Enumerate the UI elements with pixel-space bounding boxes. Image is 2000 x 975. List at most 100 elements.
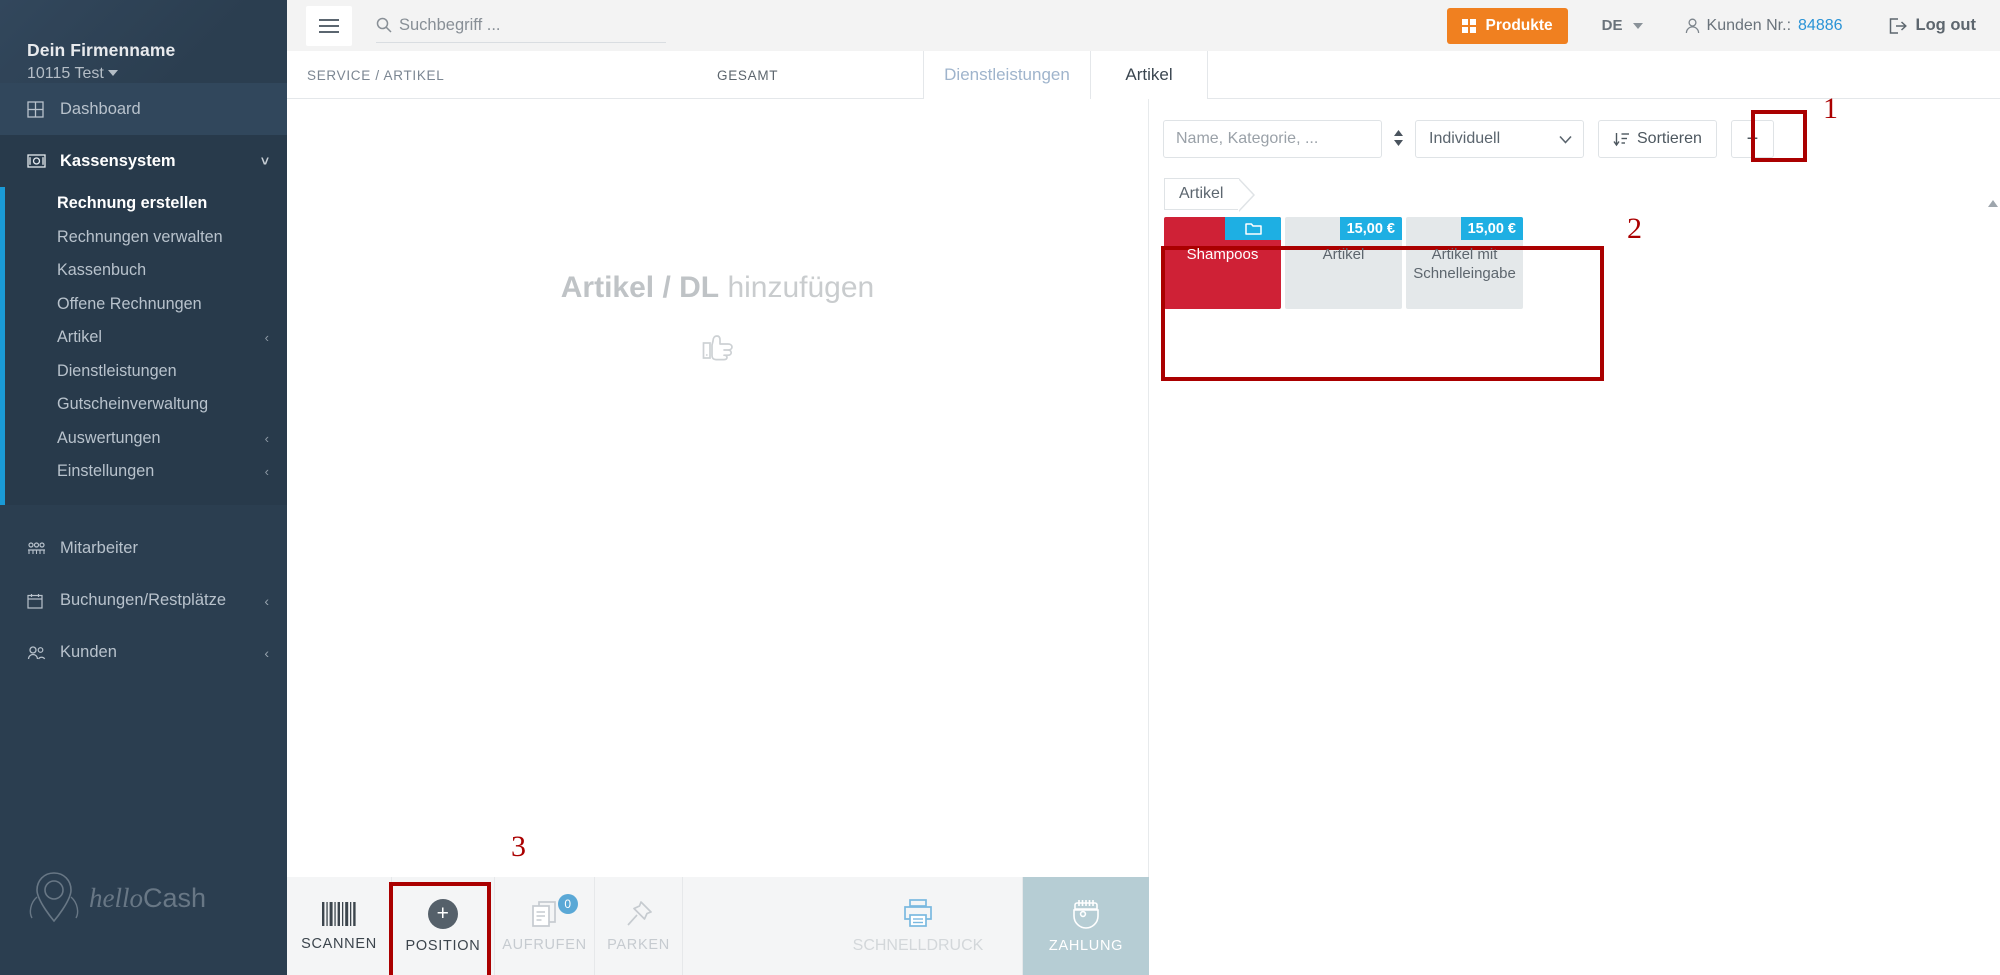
chevron-left-icon: ‹: [264, 644, 269, 661]
app-root: Dein Firmenname 10115 Test Dashboard Kas…: [0, 0, 2000, 975]
sidebar-item-mitarbeiter[interactable]: Mitarbeiter: [0, 523, 287, 575]
scroll-up-arrow-icon[interactable]: [1988, 200, 1998, 207]
vertical-scrollbar[interactable]: [1985, 200, 2000, 975]
calendar-icon: [27, 593, 51, 609]
category-select-value: Individuell: [1429, 130, 1501, 147]
aufrufen-button[interactable]: 0 AUFRUFEN: [495, 877, 595, 975]
logout-label: Log out: [1915, 16, 1976, 34]
sidebar-subitem-label: Gutscheinverwaltung: [57, 395, 209, 414]
cash-icon: [27, 154, 51, 168]
sort-updown-icon[interactable]: [1382, 128, 1415, 150]
sidebar-subitem-rechnung-erstellen[interactable]: Rechnung erstellen: [0, 187, 287, 221]
position-button[interactable]: + POSITION: [392, 877, 495, 975]
tab-artikel[interactable]: Artikel: [1090, 51, 1208, 99]
sidebar-submenu: Rechnung erstellen Rechnungen verwalten …: [0, 187, 287, 505]
empty-state-bold: Artikel / DL: [560, 271, 720, 304]
sidebar-item-dashboard[interactable]: Dashboard: [0, 83, 287, 135]
sidebar-subitem-artikel[interactable]: Artikel ‹: [0, 321, 287, 355]
sort-button[interactable]: Sortieren: [1598, 120, 1717, 158]
tile-label: Shampoos: [1186, 246, 1259, 263]
brand-block[interactable]: Dein Firmenname 10115 Test: [0, 0, 287, 83]
aufrufen-count-badge: 0: [558, 894, 578, 914]
add-button[interactable]: +: [1730, 120, 1774, 158]
price-badge: 15,00 €: [1460, 217, 1523, 240]
grid-squares-icon: [1462, 18, 1477, 33]
search-placeholder: Suchbegriff ...: [399, 15, 501, 34]
printer-icon: [904, 898, 932, 927]
plus-icon: +: [1746, 127, 1759, 150]
category-select[interactable]: Individuell: [1415, 120, 1584, 158]
sidebar-subitem-dienstleistungen[interactable]: Dienstleistungen: [0, 355, 287, 389]
product-tiles: Shampoos 15,00 € Artikel 15,00 € Artikel…: [1164, 217, 2000, 309]
column-header-service: SERVICE / ARTIKEL: [307, 67, 445, 83]
breadcrumb-item-artikel[interactable]: Artikel: [1164, 178, 1257, 212]
logo-pin-icon: [29, 872, 79, 923]
chevron-down-icon: [107, 70, 118, 76]
tile-category-shampoos[interactable]: Shampoos: [1164, 217, 1281, 309]
hellocash-logo: helloCash: [26, 869, 206, 927]
sidebar-item-label: Dashboard: [60, 99, 141, 118]
empty-state-rest: hinzufügen: [719, 271, 875, 304]
sidebar-subitem-label: Kassenbuch: [57, 261, 147, 280]
folder-icon: [1225, 217, 1281, 240]
scannen-button[interactable]: SCANNEN: [287, 877, 392, 975]
users-group-icon: [27, 541, 51, 556]
sidebar-subitem-label: Offene Rechnungen: [57, 294, 202, 313]
sidebar-item-buchungen[interactable]: Buchungen/Restplätze ‹: [0, 575, 287, 627]
position-label: POSITION: [405, 937, 481, 954]
chevron-left-icon: ‹: [264, 464, 269, 480]
chevron-left-icon: ‹: [264, 330, 269, 346]
documents-icon: [531, 900, 556, 927]
sidebar-subitem-offene-rechnungen[interactable]: Offene Rechnungen: [0, 288, 287, 322]
zahlung-button[interactable]: ZAHLUNG: [1023, 877, 1149, 975]
logout-button[interactable]: Log out: [1889, 16, 1976, 35]
tab-dienstleistungen[interactable]: Dienstleistungen: [923, 51, 1090, 99]
search-input[interactable]: Suchbegriff ...: [376, 9, 666, 43]
invoice-pane: Artikel / DL hinzufügen: [287, 99, 1149, 877]
logo-cash: Cash: [143, 882, 207, 913]
sidebar-subitem-auswertungen[interactable]: Auswertungen ‹: [0, 422, 287, 456]
schnelldruck-button[interactable]: SCHNELLDRUCK: [813, 877, 1023, 975]
customer-number[interactable]: Kunden Nr.: 84886: [1685, 17, 1843, 35]
customers-icon: [27, 645, 51, 660]
top-bar: Suchbegriff ... Produkte DE Kunden Nr.: …: [287, 0, 2000, 51]
tile-product-artikel[interactable]: 15,00 € Artikel: [1285, 217, 1402, 309]
language-selector[interactable]: DE: [1602, 17, 1643, 34]
menu-icon[interactable]: [306, 5, 352, 46]
customer-number-value: 84886: [1798, 16, 1843, 34]
sidebar-subitem-label: Dienstleistungen: [57, 361, 177, 380]
sidebar-item-label: Kunden: [60, 643, 117, 661]
chevron-left-icon: ‹: [264, 430, 269, 446]
sort-button-label: Sortieren: [1637, 130, 1702, 147]
action-bar: SCANNEN + POSITION 0 AUFRUFEN PARKEN SCH…: [287, 877, 1149, 975]
catalog-search-placeholder: Name, Kategorie, ...: [1176, 130, 1319, 147]
chevron-down-icon: [1632, 22, 1643, 29]
aufrufen-label: AUFRUFEN: [502, 936, 587, 953]
breadcrumb-label: Artikel: [1179, 185, 1224, 202]
pin-icon: [626, 900, 652, 926]
sidebar-subitem-rechnungen-verwalten[interactable]: Rechnungen verwalten: [0, 221, 287, 255]
sidebar-item-kunden[interactable]: Kunden ‹: [0, 627, 287, 679]
sidebar-subitem-gutscheinverwaltung[interactable]: Gutscheinverwaltung: [0, 388, 287, 422]
user-icon: [1685, 18, 1699, 33]
sidebar-subitem-kassenbuch[interactable]: Kassenbuch: [0, 254, 287, 288]
catalog-search-input[interactable]: Name, Kategorie, ...: [1163, 120, 1382, 158]
sidebar-subitem-label: Rechnungen verwalten: [57, 227, 223, 246]
menu-bar: [319, 30, 339, 33]
company-location[interactable]: 10115 Test: [27, 65, 287, 83]
customer-number-label: Kunden Nr.:: [1706, 16, 1792, 34]
parken-button[interactable]: PARKEN: [595, 877, 683, 975]
sidebar-item-kassensystem[interactable]: Kassensystem ˅: [0, 135, 287, 187]
scannen-label: SCANNEN: [301, 935, 377, 952]
tile-product-artikel-schnelleingabe[interactable]: 15,00 € Artikel mit Schnelleingabe: [1406, 217, 1523, 309]
company-name: Dein Firmenname: [27, 40, 176, 60]
chevron-down-icon: [1559, 135, 1572, 144]
sort-desc-icon: [1613, 132, 1629, 146]
sidebar-subitem-einstellungen[interactable]: Einstellungen ‹: [0, 455, 287, 489]
grid-icon: [27, 100, 51, 118]
produkte-button[interactable]: Produkte: [1447, 7, 1568, 44]
tile-label: Artikel mit Schnelleingabe: [1413, 246, 1516, 282]
chevron-down-icon: ˅: [260, 153, 269, 169]
produkte-label: Produkte: [1485, 16, 1553, 34]
